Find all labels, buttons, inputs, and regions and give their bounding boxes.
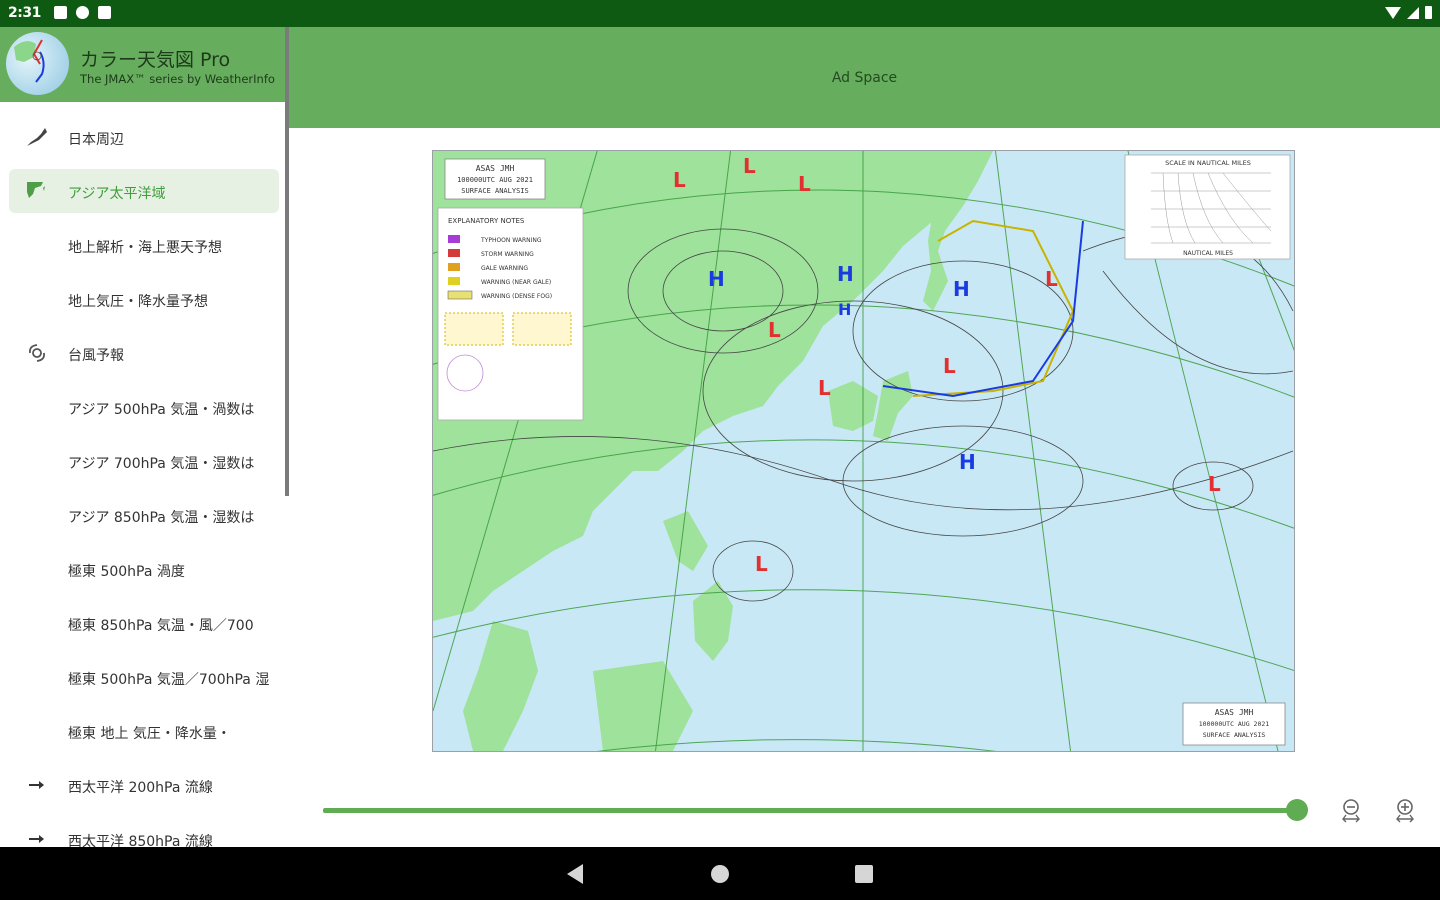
zoom-out-icon xyxy=(1342,799,1360,823)
sd-card-icon xyxy=(98,6,111,19)
ad-space-label: Ad Space xyxy=(831,70,898,86)
menu-label-wpacific-200hpa: 西太平洋 200hPa 流線 xyxy=(68,780,213,796)
high-center-5: H xyxy=(959,450,976,474)
arrow-right-icon xyxy=(25,828,49,847)
navigation-drawer: カラー天気図 Pro The JMAX™ series by WeatherIn… xyxy=(0,27,285,847)
map-title-1: ASAS JMH xyxy=(476,164,515,173)
menu-label-fareast-850hpa: 極東 850hPa 気温・風／700 xyxy=(68,618,254,634)
menu-label-asia-850hpa: アジア 850hPa 気温・湿数は xyxy=(68,510,255,526)
menu-item-fareast-surface[interactable]: 極東 地上 気圧・降水量・ xyxy=(9,709,279,753)
menu-item-asia-850hpa[interactable]: アジア 850hPa 気温・湿数は xyxy=(9,493,279,537)
notification-icon xyxy=(54,6,67,19)
menu-label-fareast-500hpa-vorticity: 極東 500hPa 渦度 xyxy=(68,564,185,580)
land-sumatra xyxy=(463,621,538,751)
zoom-out-button[interactable] xyxy=(1338,797,1364,823)
app-subtitle: The JMAX™ series by WeatherInfo xyxy=(80,72,275,86)
low-center-3: L xyxy=(798,172,811,196)
legend-note-4: WARNING (NEAR GALE) xyxy=(481,279,551,286)
land-japan xyxy=(873,371,913,441)
high-center-1: H xyxy=(708,267,725,291)
recents-icon[interactable] xyxy=(855,865,873,883)
menu-item-wpacific-850hpa[interactable]: 西太平洋 850hPa 流線 xyxy=(9,817,279,847)
app-bar: Ad Space xyxy=(289,27,1440,128)
low-center-8: L xyxy=(755,552,768,576)
drawer-header: カラー天気図 Pro The JMAX™ series by WeatherIn… xyxy=(0,27,285,102)
low-center-1: L xyxy=(673,168,686,192)
land-taiwan xyxy=(663,511,708,571)
menu-label-typhoon-forecast: 台風予報 xyxy=(68,348,124,364)
land-korea xyxy=(828,381,878,431)
menu-item-surface-pressure-forecast[interactable]: 地上気圧・降水量予想 xyxy=(9,277,279,321)
menu-label-surface-analysis: 地上解析・海上悪天予想 xyxy=(68,240,222,256)
low-center-5: L xyxy=(818,376,831,400)
menu-item-asia-pacific[interactable]: アジア太平洋域 xyxy=(9,169,279,213)
arrow-right-icon xyxy=(25,774,49,796)
menu-item-fareast-850hpa[interactable]: 極東 850hPa 気温・風／700 xyxy=(9,601,279,645)
map-stamp-3: SURFACE ANALYSIS xyxy=(1203,731,1266,739)
cell-signal-icon xyxy=(1407,6,1419,19)
scale-title: SCALE IN NAUTICAL MILES xyxy=(1165,159,1251,167)
map-title-3: SURFACE ANALYSIS xyxy=(461,187,528,195)
map-title-2: 100000UTC AUG 2021 xyxy=(457,176,533,184)
low-center-7: L xyxy=(1045,267,1058,291)
menu-label-asia-500hpa: アジア 500hPa 気温・渦数は xyxy=(68,402,255,418)
status-time: 2:31 xyxy=(8,5,41,21)
scale-box xyxy=(1124,154,1291,260)
low-center-4: L xyxy=(768,318,781,342)
low-center-9: L xyxy=(1208,472,1221,496)
high-center-2: H xyxy=(837,262,854,286)
scale-xlabel: NAUTICAL MILES xyxy=(1183,250,1233,257)
land-borneo xyxy=(593,661,693,751)
home-icon[interactable] xyxy=(711,865,729,883)
legend-title: EXPLANATORY NOTES xyxy=(448,217,525,225)
high-center-4: H xyxy=(953,277,970,301)
zoom-in-icon xyxy=(1396,799,1414,823)
status-bar: 2:31 xyxy=(0,0,1440,27)
menu-label-asia-700hpa: アジア 700hPa 気温・湿数は xyxy=(68,456,255,472)
wifi-icon xyxy=(1385,6,1401,19)
app-logo xyxy=(6,32,69,95)
surface-analysis-chart: ASAS JMH 100000UTC AUG 2021 SURFACE ANAL… xyxy=(433,151,1294,751)
time-slider-track[interactable] xyxy=(323,808,1297,813)
menu-label-surface-pressure-forecast: 地上気圧・降水量予想 xyxy=(68,294,208,310)
menu-item-asia-500hpa[interactable]: アジア 500hPa 気温・渦数は xyxy=(9,385,279,429)
time-slider-thumb[interactable] xyxy=(1286,799,1308,821)
low-center-6: L xyxy=(943,354,956,378)
legend-note-2: STORM WARNING xyxy=(481,251,534,258)
menu-label-asia-pacific: アジア太平洋域 xyxy=(68,186,166,202)
zoom-in-button[interactable] xyxy=(1392,797,1418,823)
legend-note-3: GALE WARNING xyxy=(481,265,528,272)
low-center-2: L xyxy=(743,154,756,178)
menu-label-fareast-500hpa-temp: 極東 500hPa 気温／700hPa 湿 xyxy=(68,672,270,688)
menu-item-wpacific-200hpa[interactable]: 西太平洋 200hPa 流線 xyxy=(9,763,279,807)
drawer-scrollbar[interactable] xyxy=(285,27,289,496)
app-notification-icon xyxy=(76,6,89,19)
legend-note-1: TYPHOON WARNING xyxy=(480,237,542,244)
back-icon[interactable] xyxy=(567,864,583,884)
asia-map-icon xyxy=(25,180,49,202)
typhoon-icon xyxy=(25,342,49,364)
app-title: カラー天気図 Pro xyxy=(80,49,231,71)
menu-item-typhoon-forecast[interactable]: 台風予報 xyxy=(9,331,279,375)
weather-map-logo-icon xyxy=(14,39,45,83)
menu-label-wpacific-850hpa: 西太平洋 850hPa 流線 xyxy=(68,834,213,847)
weather-map[interactable]: ASAS JMH 100000UTC AUG 2021 SURFACE ANAL… xyxy=(432,150,1295,752)
japan-map-icon xyxy=(25,126,49,148)
battery-icon xyxy=(1425,6,1432,19)
menu-item-fareast-500hpa-vorticity[interactable]: 極東 500hPa 渦度 xyxy=(9,547,279,591)
menu-item-japan-area[interactable]: 日本周辺 xyxy=(9,115,279,159)
high-center-3: H xyxy=(838,300,851,319)
menu-item-asia-700hpa[interactable]: アジア 700hPa 気温・湿数は xyxy=(9,439,279,483)
map-stamp-2: 100000UTC AUG 2021 xyxy=(1199,720,1270,728)
legend-note-5: WARNING (DENSE FOG) xyxy=(481,293,552,300)
menu-item-fareast-500hpa-temp[interactable]: 極東 500hPa 気温／700hPa 湿 xyxy=(9,655,279,699)
menu-label-fareast-surface: 極東 地上 気圧・降水量・ xyxy=(68,726,231,742)
menu-label-japan-area: 日本周辺 xyxy=(68,132,124,148)
menu-item-surface-analysis[interactable]: 地上解析・海上悪天予想 xyxy=(9,223,279,267)
map-stamp-1: ASAS JMH xyxy=(1215,708,1254,717)
